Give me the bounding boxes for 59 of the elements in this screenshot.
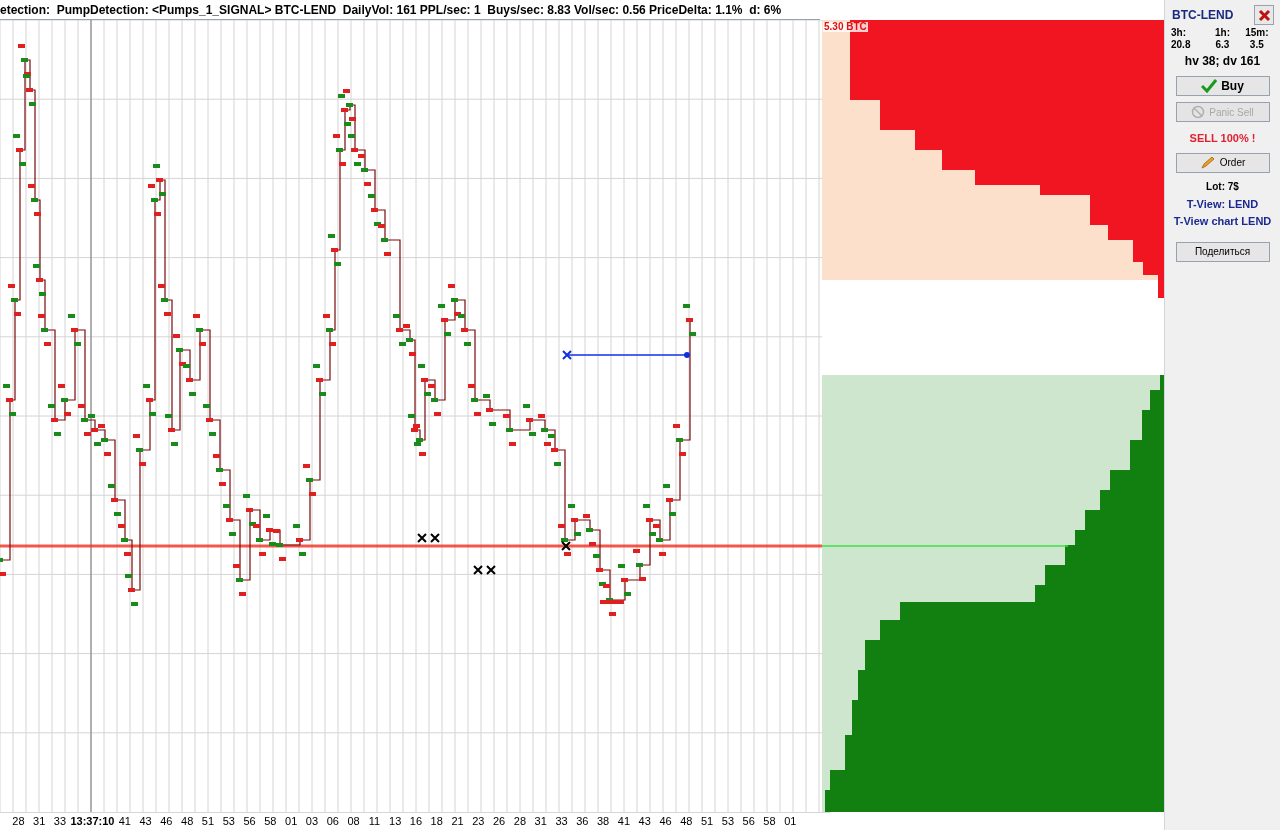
stat-value: 3.5 [1249,39,1264,51]
axis-tick-label: 56 [741,814,756,830]
axis-tick-label: 46 [658,814,673,830]
axis-tick-label: 36 [575,814,590,830]
axis-tick-label: 48 [180,814,195,830]
axis-tick-label: 03 [304,814,320,830]
axis-tick-label: 48 [679,814,694,830]
axis-tick-label: 31 [32,814,47,830]
axis-tick-label: 01 [284,814,299,830]
close-button[interactable] [1254,5,1274,25]
axis-tick-label: 21 [450,814,465,830]
link[interactable]: T-View chart LEND [1173,214,1272,228]
axis-tick-label: 16 [408,814,424,830]
stat-value: 20.8 [1171,39,1191,51]
axis-tick-label: 08 [346,814,361,830]
axis-tick-label: 13 [388,814,403,830]
axis-tick-label: 26 [492,814,507,830]
axis-tick-label: 11 [367,814,382,830]
axis-tick-label: 13:37:10 [70,814,115,830]
stat-label: 15m: [1245,27,1269,39]
axis-tick-label: 33 [52,814,68,830]
stat-label: 3h: [1171,27,1186,39]
axis-tick-label: 41 [616,814,632,830]
axis-tick-label: 23 [471,814,486,830]
stat-label: 1h: [1215,27,1230,39]
title-bar-text: etection: PumpDetection: <Pumps_1_SIGNAL> BTC-LEND DailyVol: 161 PPL/sec: 1 Buys/sec: 8.83 Vol/sec: 0.56 PriceDelta: 1.1% d: 6% [0,1,782,19]
axis-tick-label: 41 [117,814,132,830]
volume-summary: hv 38; dv 161 [1184,53,1261,70]
check-icon [1201,79,1218,93]
axis-tick-label: 01 [783,814,798,830]
pair-title: BTC-LEND [1171,7,1234,24]
axis-tick-label: 43 [138,814,153,830]
link[interactable]: T-View: LEND [1186,197,1259,211]
axis-tick-label: 51 [699,814,715,830]
axis-tick-label: 53 [221,814,236,830]
pencil-icon [1199,155,1216,170]
axis-tick-label: 06 [325,814,340,830]
axis-tick-label: 58 [263,814,278,830]
axis-tick-label: 38 [596,814,611,830]
axis-tick-label: 56 [242,814,257,830]
axis-tick-label: 31 [533,814,548,830]
axis-tick-label: 46 [159,814,174,830]
volume-label: 5.30 BTC [823,22,868,32]
axis-tick-label: 51 [200,814,216,830]
axis-tick-label: 28 [11,814,26,830]
sell-warning: SELL 100% ! [1189,131,1256,146]
axis-tick-label: 43 [637,814,652,830]
close-icon [1257,8,1271,22]
axis-tick-label: 28 [512,814,528,830]
axis-tick-label: 58 [762,814,777,830]
lot-label: Lot: 7$ [1206,179,1239,194]
action-button[interactable]: Buy [1175,76,1270,96]
axis-tick-label: 53 [720,814,735,830]
axis-tick-label: 18 [429,814,444,830]
prohibited-icon [1191,105,1206,119]
action-button[interactable]: Order [1175,152,1270,173]
stat-value: 6.3 [1215,39,1230,51]
action-button[interactable]: Поделиться [1175,241,1270,262]
axis-tick-label: 33 [554,814,569,830]
